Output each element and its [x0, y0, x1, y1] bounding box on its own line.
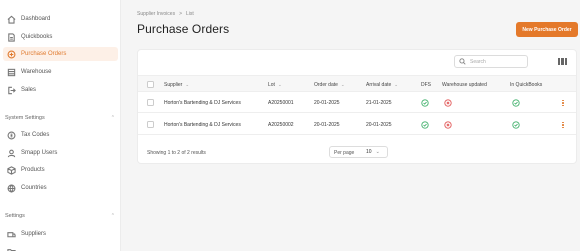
sidebar-item-label: Sales: [21, 87, 37, 93]
check-circle-icon: [512, 99, 520, 107]
search-icon: [459, 58, 466, 65]
column-order-date[interactable]: Order date ⌄: [314, 76, 345, 93]
search-box[interactable]: [454, 55, 528, 68]
row-actions-menu[interactable]: [562, 93, 564, 113]
sidebar-item-label: Products: [21, 167, 45, 173]
search-input[interactable]: [470, 58, 525, 65]
kebab-menu-icon: [562, 99, 564, 107]
purchase-orders-card: Supplier⌄ Lot⌄ Order date⌄ Arrival date⌄…: [137, 49, 577, 164]
sidebar-item-suppliers[interactable]: Suppliers: [3, 227, 118, 241]
lot-cell: A20250001: [268, 100, 294, 106]
check-circle-icon: [421, 99, 429, 107]
table-row[interactable]: Horton's Bartending & DJ Services A20250…: [138, 93, 576, 113]
sidebar-item-label: Purchase Orders: [21, 51, 67, 57]
tax-icon: [6, 130, 16, 140]
chevron-up-icon: ⌃: [110, 115, 115, 121]
check-circle-icon: [421, 121, 429, 129]
new-purchase-order-button[interactable]: New Purchase Order: [516, 22, 578, 37]
table-row[interactable]: Horton's Bartending & DJ Services A20250…: [138, 115, 576, 135]
column-supplier[interactable]: Supplier ⌄: [164, 76, 189, 93]
breadcrumb-separator: >: [179, 11, 182, 17]
box-icon: [6, 165, 16, 175]
chevron-down-icon: ⌄: [394, 81, 399, 87]
settings-header[interactable]: Settings ⌃: [5, 213, 115, 219]
chevron-down-icon: ⌄: [340, 81, 345, 87]
chevron-down-icon: ⌄: [277, 81, 282, 87]
breadcrumb: Supplier Invoices > List: [137, 11, 194, 17]
order-date-cell: 20-01-2025: [314, 122, 340, 128]
x-circle-icon: [444, 99, 452, 107]
user-icon: [6, 148, 16, 158]
chevron-down-icon: ⌄: [185, 81, 190, 87]
check-circle-icon: [512, 121, 520, 129]
chevron-up-icon: ⌃: [110, 213, 115, 219]
sidebar-item-smapp-users[interactable]: Smapp Users: [3, 146, 118, 160]
row-actions-menu[interactable]: [562, 115, 564, 135]
kebab-menu-icon: [562, 121, 564, 129]
home-icon: [6, 14, 16, 24]
order-date-cell: 20-01-2025: [314, 100, 340, 106]
sidebar-item-tax-codes[interactable]: Tax Codes: [3, 128, 118, 142]
globe-icon: [6, 183, 16, 193]
breadcrumb-current: List: [186, 11, 194, 17]
cart-icon: [6, 49, 16, 59]
per-page-label: Per page: [334, 150, 355, 156]
sidebar-item-label: Smapp Users: [21, 150, 58, 156]
folder-icon: [6, 246, 16, 251]
sidebar-item-warehouse[interactable]: Warehouse: [3, 65, 118, 79]
table-header: Supplier ⌄ Lot ⌄ Order date ⌄ Arrival date ⌄…: [138, 75, 576, 92]
sidebar-item-dashboard[interactable]: Dashboard: [3, 12, 118, 26]
column-arrival-date[interactable]: Arrival date ⌄: [366, 76, 398, 93]
supplier-cell: Horton's Bartending & DJ Services: [164, 122, 241, 128]
sidebar-item-partial[interactable]: [3, 244, 118, 251]
dfs-cell: [421, 93, 429, 113]
in-quickbooks-cell: [512, 115, 520, 135]
sidebar-item-label: Suppliers: [21, 231, 47, 237]
sidebar: Dashboard Quickbooks Purchase Orders War…: [0, 0, 121, 251]
lot-cell: A20250002: [268, 122, 294, 128]
document-icon: [6, 32, 16, 42]
arrival-date-cell: 21-01-2025: [366, 100, 392, 106]
columns-icon[interactable]: [558, 58, 567, 65]
sidebar-item-label: Countries: [21, 185, 47, 191]
row-checkbox[interactable]: [147, 121, 154, 128]
sidebar-item-products[interactable]: Products: [3, 163, 118, 177]
column-warehouse-updated: Warehouse updated: [442, 81, 487, 88]
truck-icon: [6, 229, 16, 239]
column-in-quickbooks: In QuickBooks: [510, 81, 543, 88]
row-checkbox[interactable]: [147, 99, 154, 106]
column-lot[interactable]: Lot ⌄: [268, 76, 282, 93]
warehouse-updated-cell: [444, 115, 452, 135]
in-quickbooks-cell: [512, 93, 520, 113]
system-settings-header[interactable]: System Settings ⌃: [5, 115, 115, 121]
logout-icon: [6, 85, 16, 95]
warehouse-icon: [6, 67, 16, 77]
sidebar-item-sales[interactable]: Sales: [3, 83, 118, 97]
sidebar-item-label: Quickbooks: [21, 34, 53, 40]
sidebar-item-label: Tax Codes: [21, 132, 50, 138]
sidebar-item-label: Dashboard: [21, 16, 51, 22]
supplier-cell: Horton's Bartending & DJ Services: [164, 100, 241, 106]
pagination-summary: Showing 1 to 2 of 2 results: [147, 150, 206, 156]
x-circle-icon: [444, 121, 452, 129]
sidebar-item-purchase-orders[interactable]: Purchase Orders: [3, 47, 118, 61]
warehouse-updated-cell: [444, 93, 452, 113]
page-title: Purchase Orders: [137, 22, 230, 36]
per-page-value[interactable]: 10 ⌄: [366, 146, 380, 158]
sidebar-item-quickbooks[interactable]: Quickbooks: [3, 30, 118, 44]
chevron-down-icon: ⌄: [375, 149, 380, 155]
dfs-cell: [421, 115, 429, 135]
sidebar-item-label: Warehouse: [21, 69, 52, 75]
arrival-date-cell: 20-01-2025: [366, 122, 392, 128]
column-dfs: DFS: [421, 81, 431, 88]
sidebar-item-countries[interactable]: Countries: [3, 181, 118, 195]
breadcrumb-parent[interactable]: Supplier Invoices: [137, 11, 175, 17]
select-all-checkbox[interactable]: [147, 81, 154, 88]
